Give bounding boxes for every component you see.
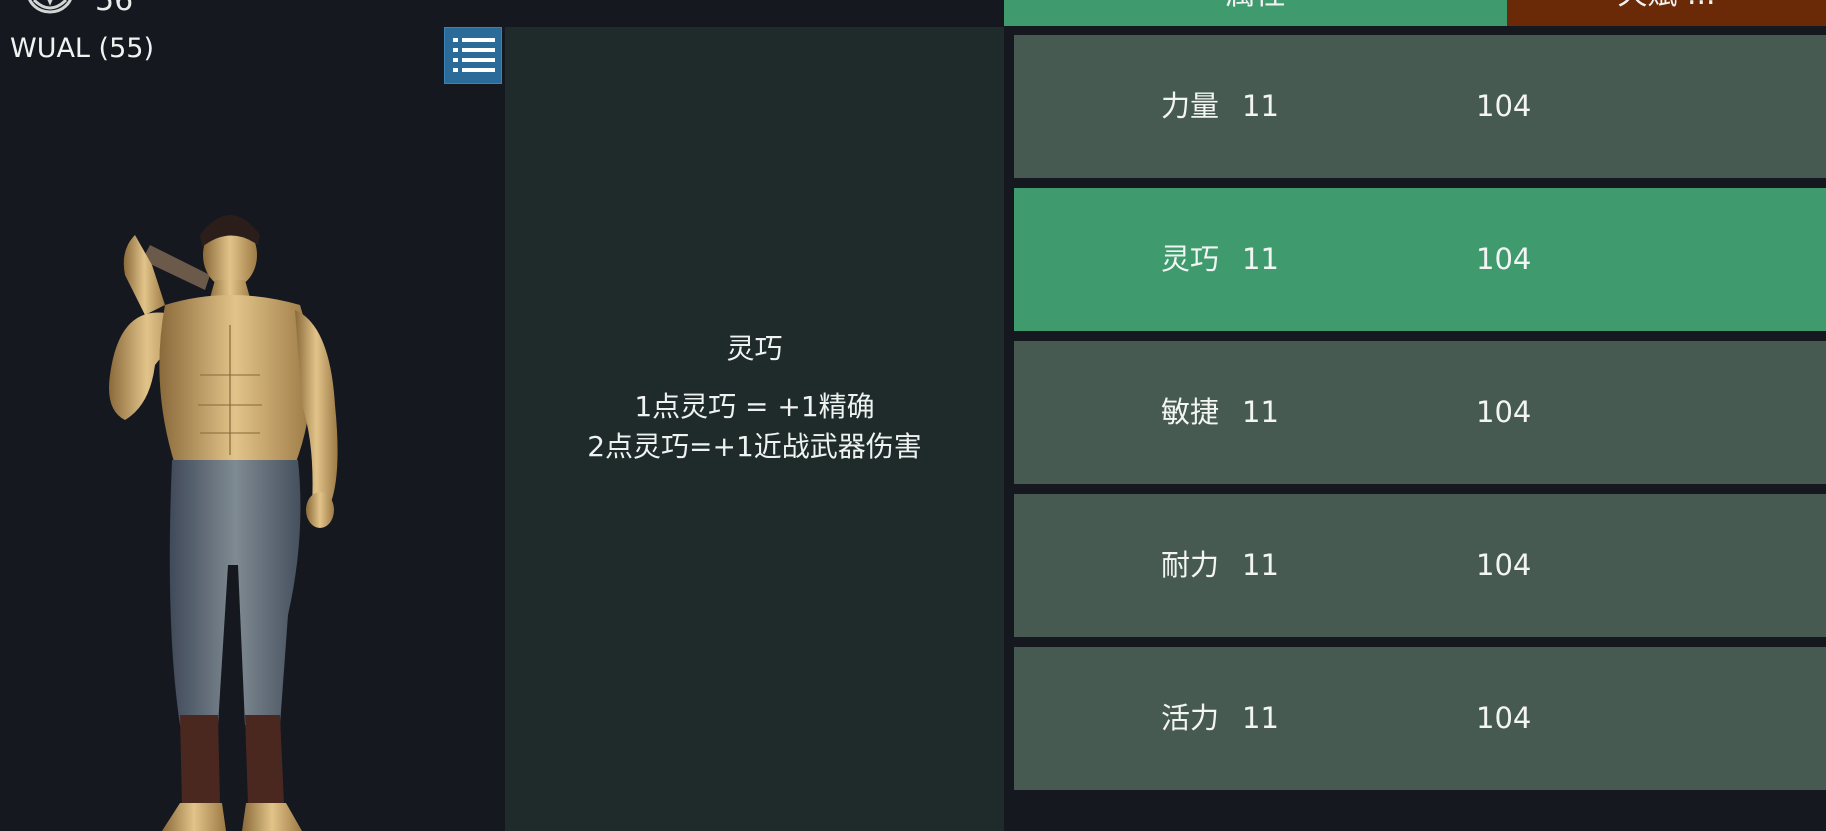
- attribute-level: 11: [1242, 395, 1279, 429]
- attribute-level: 11: [1242, 548, 1279, 582]
- attribute-level: 11: [1242, 701, 1279, 735]
- attribute-row-dexterity[interactable]: 灵巧 11 104: [1014, 188, 1826, 331]
- attribute-cost: 104: [1476, 242, 1532, 276]
- attribute-row-vitality[interactable]: 活力 11 104: [1014, 647, 1826, 790]
- attribute-cost: 104: [1476, 89, 1532, 123]
- description-line: 1点灵巧 = +1精确: [634, 390, 875, 423]
- attribute-description-panel: 灵巧 1点灵巧 = +1精确 2点灵巧=+1近战武器伤害: [505, 27, 1004, 831]
- attributes-panel: 属性 天赋 ... 力量 11 104 灵巧 11 104 敏捷 11 104 …: [1004, 0, 1826, 831]
- game-screen: 56 WUAL (55) 灵巧 1点灵巧 = +1精确 2点灵巧=+1近战武器伤…: [0, 0, 1826, 831]
- description-title: 灵巧: [726, 332, 783, 365]
- player-level: 56: [95, 0, 134, 18]
- list-icon: [453, 38, 495, 72]
- character-panel: 56 WUAL (55): [0, 0, 505, 831]
- character-name: WUAL (55): [10, 33, 154, 64]
- description-line: 2点灵巧=+1近战武器伤害: [587, 430, 922, 463]
- attribute-name: 灵巧: [1161, 242, 1220, 276]
- attribute-row-strength[interactable]: 力量 11 104: [1014, 35, 1826, 178]
- attribute-level: 11: [1242, 242, 1279, 276]
- attribute-row-agility[interactable]: 敏捷 11 104: [1014, 341, 1826, 484]
- attribute-name: 活力: [1161, 701, 1220, 735]
- attribute-name: 敏捷: [1161, 395, 1220, 429]
- attribute-cost: 104: [1476, 701, 1532, 735]
- tab-talents[interactable]: 天赋 ...: [1507, 0, 1826, 26]
- description-lines: 1点灵巧 = +1精确 2点灵巧=+1近战武器伤害: [505, 387, 1004, 467]
- attribute-level: 11: [1242, 89, 1279, 123]
- spider-emblem-icon: [22, 0, 78, 16]
- menu-button[interactable]: [444, 27, 502, 84]
- attribute-list: 力量 11 104 灵巧 11 104 敏捷 11 104 耐力 11 104 …: [1014, 35, 1826, 800]
- attribute-row-endurance[interactable]: 耐力 11 104: [1014, 494, 1826, 637]
- attribute-name: 耐力: [1161, 548, 1220, 582]
- tab-attributes[interactable]: 属性: [1004, 0, 1507, 26]
- character-portrait: [109, 215, 338, 831]
- attribute-cost: 104: [1476, 395, 1532, 429]
- tab-bar: 属性 天赋 ...: [1004, 0, 1826, 26]
- attribute-cost: 104: [1476, 548, 1532, 582]
- attribute-name: 力量: [1161, 89, 1220, 123]
